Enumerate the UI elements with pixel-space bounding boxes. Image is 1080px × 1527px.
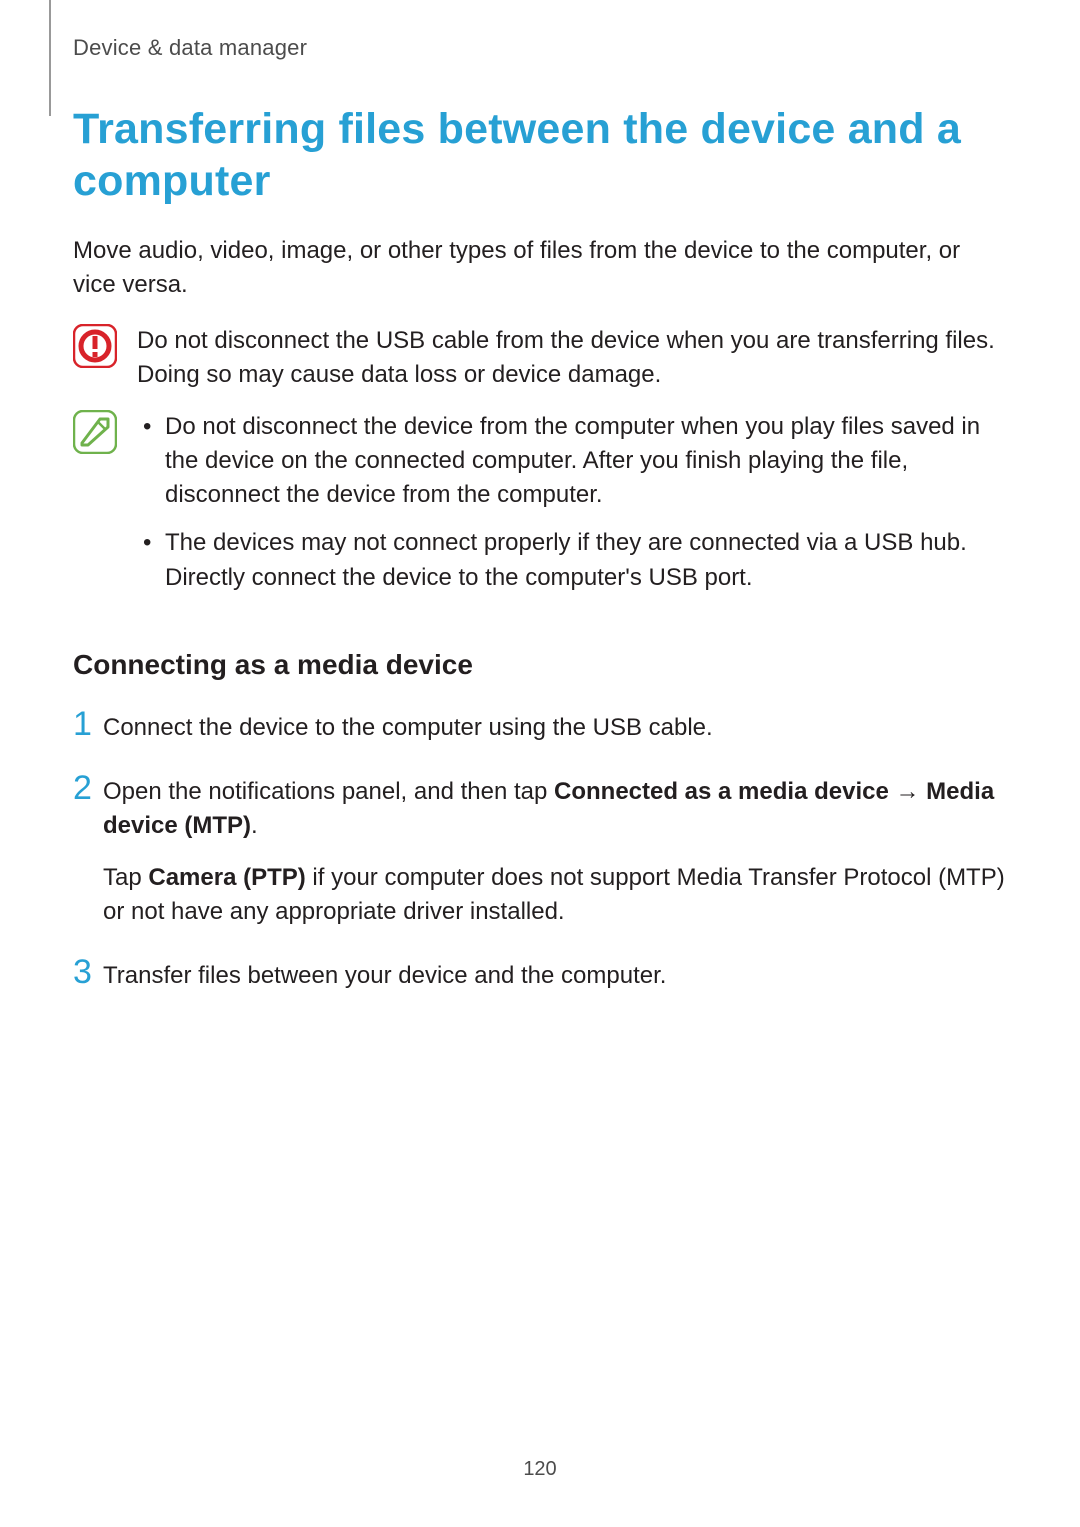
note-callout: Do not disconnect the device from the co… (73, 410, 1007, 608)
page-number: 120 (0, 1458, 1080, 1481)
step-text: Connect the device to the computer using… (103, 711, 1007, 745)
note-icon (73, 410, 137, 454)
note-text: Do not disconnect the device from the co… (137, 410, 1007, 608)
bold-run: Camera (PTP) (148, 864, 305, 891)
section-heading: Connecting as a media device (73, 649, 1007, 681)
step-number: 1 (73, 707, 103, 741)
arrow-glyph: → (889, 778, 926, 805)
breadcrumb: Device & data manager (73, 35, 307, 61)
note-item: The devices may not connect properly if … (137, 526, 1007, 594)
text-run: . (251, 812, 258, 839)
step-body: Transfer files between your device and t… (103, 955, 1007, 993)
step-number: 3 (73, 955, 103, 989)
step-number: 2 (73, 771, 103, 805)
step-extra-text: Tap Camera (PTP) if your computer does n… (103, 861, 1007, 929)
step-item: 3 Transfer files between your device and… (73, 955, 1007, 993)
warning-icon (73, 324, 137, 368)
page-title: Transferring files between the device an… (73, 103, 1007, 208)
step-item: 1 Connect the device to the computer usi… (73, 707, 1007, 745)
intro-paragraph: Move audio, video, image, or other types… (73, 234, 1007, 302)
step-body: Open the notifications panel, and then t… (103, 771, 1007, 929)
text-run: Tap (103, 864, 148, 891)
note-item: Do not disconnect the device from the co… (137, 410, 1007, 512)
page: Device & data manager Transferring files… (0, 0, 1080, 1527)
warning-callout: Do not disconnect the USB cable from the… (73, 324, 1007, 392)
step-text: Open the notifications panel, and then t… (103, 775, 1007, 843)
top-margin-rule (49, 0, 51, 116)
note-bullet-list: Do not disconnect the device from the co… (137, 410, 1007, 594)
step-item: 2 Open the notifications panel, and then… (73, 771, 1007, 929)
content-area: Transferring files between the device an… (73, 103, 1007, 1019)
step-text: Transfer files between your device and t… (103, 959, 1007, 993)
step-body: Connect the device to the computer using… (103, 707, 1007, 745)
steps-list: 1 Connect the device to the computer usi… (73, 707, 1007, 993)
text-run: Open the notifications panel, and then t… (103, 778, 554, 805)
warning-text: Do not disconnect the USB cable from the… (137, 324, 1007, 392)
bold-run: Connected as a media device (554, 778, 889, 805)
